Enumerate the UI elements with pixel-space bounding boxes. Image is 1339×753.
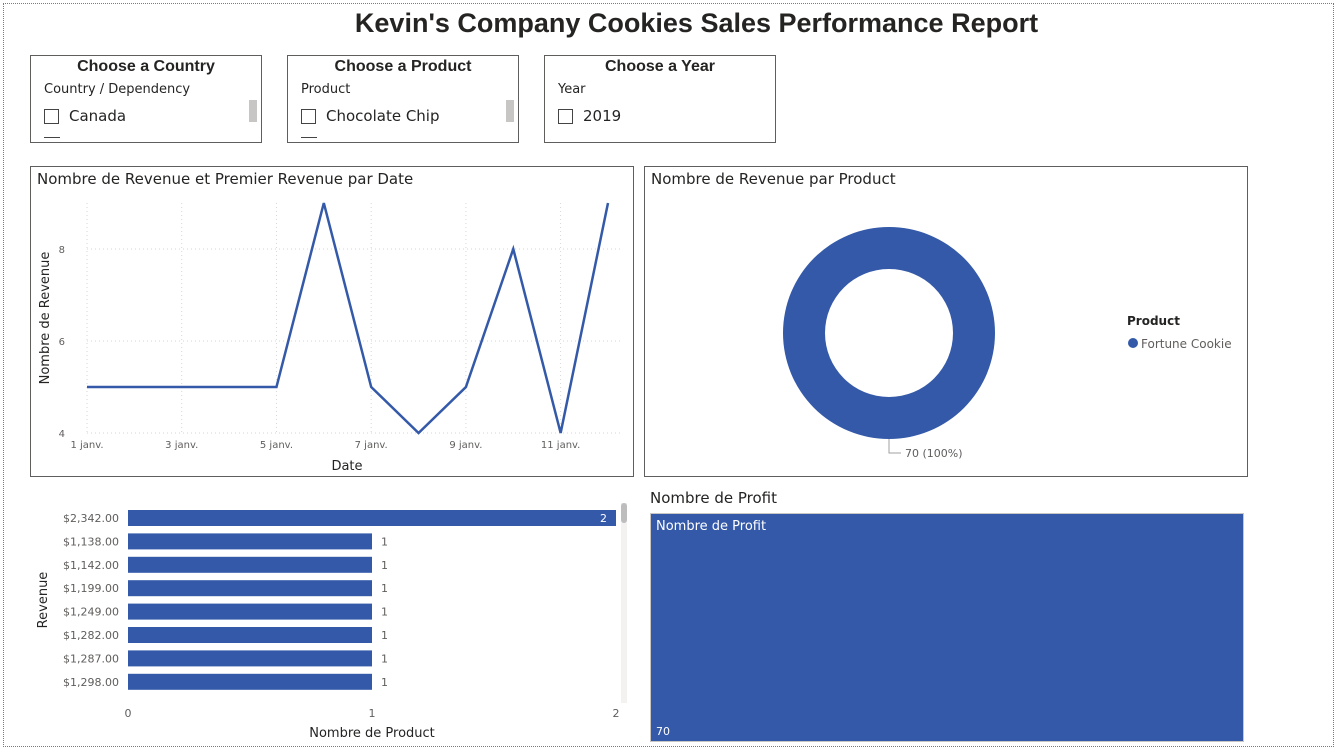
x-tick-label: 9 janv. — [449, 440, 482, 451]
x-tick-label: 2 — [613, 707, 620, 720]
slicer-scrollbar[interactable] — [506, 100, 514, 122]
bar-chart-scrollbar-thumb[interactable] — [621, 503, 627, 523]
y-tick-label: $1,298.00 — [63, 676, 119, 689]
treemap-tile-value: 70 — [656, 725, 670, 738]
checkbox[interactable] — [301, 108, 316, 124]
y-axis-title: Nombre de Revenue — [38, 252, 53, 385]
slicer-field-label: Year — [558, 82, 586, 97]
treemap-title: Nombre de Profit — [650, 489, 778, 507]
checkbox[interactable] — [558, 108, 573, 124]
slicer-item-label: Canada — [69, 107, 127, 125]
donut-chart-plot: 70 (100%) Product Fortune Cookie — [783, 227, 1232, 460]
slicer-item-canada[interactable]: Canada — [44, 107, 126, 125]
data-label: 1 — [381, 582, 388, 595]
bar — [128, 510, 616, 526]
data-label: 1 — [381, 629, 388, 642]
legend-marker — [1128, 338, 1138, 348]
data-label: 1 — [381, 559, 388, 572]
next-item-peek — [44, 137, 60, 138]
slicer-item-2019[interactable]: 2019 — [558, 107, 621, 125]
x-tick-label: 1 — [369, 707, 376, 720]
bar — [128, 603, 372, 620]
y-tick-label: $1,142.00 — [63, 559, 119, 572]
bar — [128, 650, 372, 667]
y-axis-title: Revenue — [36, 572, 51, 629]
report-title: Kevin's Company Cookies Sales Performanc… — [354, 8, 1039, 38]
bar — [128, 556, 372, 573]
legend-title: Product — [1127, 314, 1180, 328]
data-label: 70 (100%) — [905, 447, 963, 460]
bar — [128, 627, 372, 643]
y-tick-label: $1,199.00 — [63, 582, 119, 595]
bar-chart-visual[interactable]: $2,342.00 2 $1,138.00 1 $1,142.00 1 $1,199.00 1… — [30, 496, 634, 746]
slicer-item-chocolate-chip[interactable]: Chocolate Chip — [301, 107, 440, 125]
line-chart-plot: 4 6 8 1 janv. 3 janv. 5 janv. 7 janv. 9 janv. 11… — [38, 202, 622, 474]
legend-item-label: Fortune Cookie — [1141, 337, 1232, 351]
data-label: 2 — [600, 512, 607, 525]
bar-chart-scrollbar-track[interactable] — [621, 503, 627, 703]
slicer-header: Choose a Product — [334, 58, 472, 75]
y-tick-label: $1,138.00 — [63, 535, 119, 548]
data-label: 1 — [381, 535, 388, 548]
x-tick-label: 5 janv. — [260, 440, 293, 451]
slicer-header: Choose a Country — [77, 58, 215, 75]
y-tick-label: 8 — [59, 245, 65, 256]
year-slicer[interactable]: Choose a Year Year 2019 — [544, 55, 776, 143]
data-label: 1 — [381, 652, 388, 665]
bar — [128, 580, 372, 597]
series-line — [87, 202, 610, 435]
donut-slice — [783, 227, 995, 439]
data-label: 1 — [381, 606, 388, 619]
treemap-tile-label: Nombre de Profit — [656, 519, 767, 534]
y-tick-label: 6 — [59, 337, 65, 348]
donut-chart-visual[interactable]: Nombre de Revenue par Product 70 (100%) P… — [644, 166, 1248, 477]
slicer-field-label: Country / Dependency — [44, 82, 191, 97]
x-tick-label: 11 janv. — [541, 440, 580, 451]
country-slicer[interactable]: Choose a Country Country / Dependency Ca… — [30, 55, 262, 143]
x-axis-title: Nombre de Product — [309, 726, 435, 741]
slicer-header: Choose a Year — [605, 58, 715, 75]
line-chart-visual[interactable]: Nombre de Revenue et Premier Revenue par… — [30, 166, 634, 477]
data-label: 1 — [381, 676, 388, 689]
y-tick-label: $1,282.00 — [63, 629, 119, 642]
treemap-visual[interactable]: Nombre de Profit 70 — [650, 513, 1244, 742]
slicer-scrollbar[interactable] — [249, 100, 257, 122]
x-tick-label: 1 janv. — [70, 440, 103, 451]
x-tick-label: 7 janv. — [355, 440, 388, 451]
slicer-item-label: Chocolate Chip — [326, 107, 440, 125]
y-tick-label: $1,287.00 — [63, 652, 119, 665]
bar-chart-plot: $2,342.00 2 $1,138.00 1 $1,142.00 1 $1,199.00 1… — [36, 510, 620, 741]
bar — [128, 533, 372, 550]
x-tick-label: 3 janv. — [165, 440, 198, 451]
data-label-leader — [888, 439, 901, 454]
next-item-peek — [301, 137, 317, 138]
slicer-item-label: 2019 — [583, 107, 622, 125]
bar — [128, 673, 372, 690]
x-tick-label: 0 — [125, 707, 132, 720]
y-tick-label: $1,249.00 — [63, 606, 119, 619]
slicer-field-label: Product — [301, 82, 351, 97]
x-axis-title: Date — [331, 459, 362, 474]
product-slicer[interactable]: Choose a Product Product Chocolate Chip — [287, 55, 519, 143]
y-tick-label: 4 — [59, 429, 65, 440]
y-tick-label: $2,342.00 — [63, 512, 119, 525]
checkbox[interactable] — [44, 108, 59, 124]
